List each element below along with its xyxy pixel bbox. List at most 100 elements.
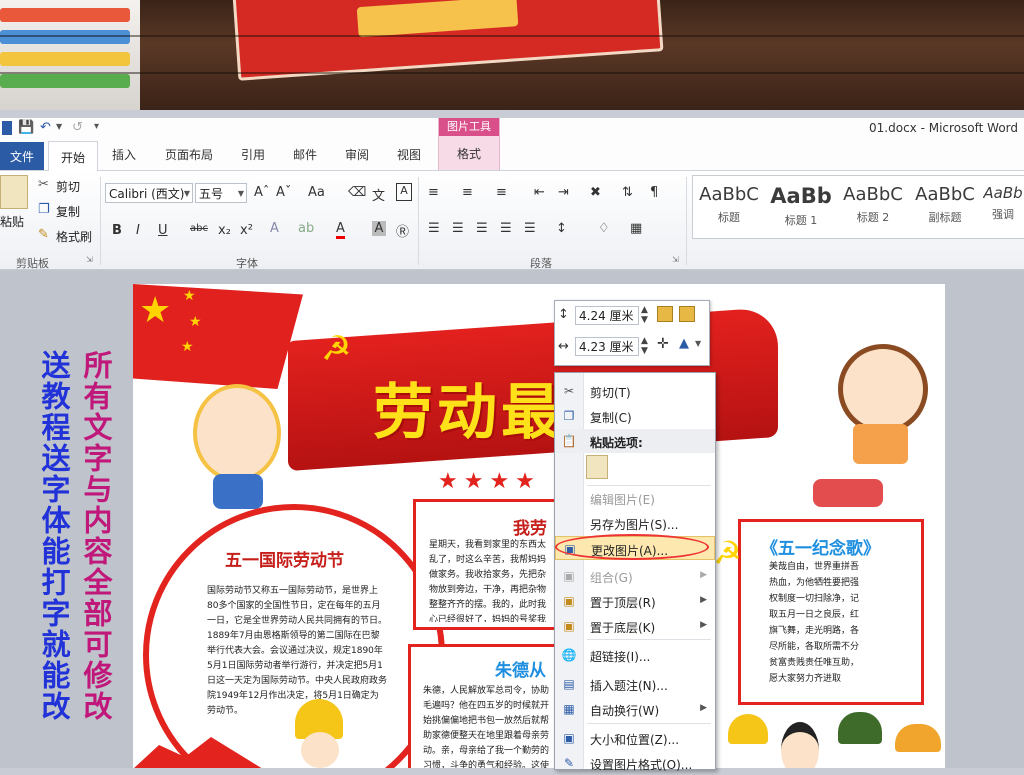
pencil-box xyxy=(0,0,140,110)
line-spacing-icon[interactable]: ↕ xyxy=(556,221,567,236)
clear-format-icon[interactable]: ⌫ xyxy=(348,185,366,200)
format-painter-icon[interactable]: ✎ xyxy=(38,227,49,242)
menu-item-insert-caption[interactable]: ▤ 插入题注(N)... xyxy=(555,672,715,696)
char-border-icon[interactable]: A xyxy=(396,183,412,201)
tab-references[interactable]: 引用 xyxy=(241,146,265,163)
copy-button[interactable]: 复制 xyxy=(56,203,80,220)
menu-item-label: 编辑图片(E) xyxy=(590,493,655,507)
menu-item-label: 置于顶层(R) xyxy=(590,596,656,610)
scissors-icon[interactable]: ✂ xyxy=(38,177,49,192)
style-item[interactable]: AaBb 强调 xyxy=(983,178,1023,236)
font-size-combo[interactable]: 五号 ▼ xyxy=(195,183,247,203)
subscript-icon[interactable]: x₂ xyxy=(218,223,231,238)
document-page[interactable]: ★ ★ ★ ★ ☭ 劳动最光荣 五一国际劳动节 国际劳动节又称五一国际劳动节，是… xyxy=(133,284,945,768)
section3-text: 朱德，人民解放军总司令，协助毛遍吗？他在四五岁的时候就开始挑偏偏地把书包一放然后… xyxy=(423,686,550,768)
font-color-icon[interactable]: A xyxy=(336,221,345,239)
menu-item-label: 自动换行(W) xyxy=(590,704,660,718)
width-spinner-icon[interactable]: ▲ ▼ xyxy=(641,336,648,356)
align-right-icon[interactable]: ☰ xyxy=(476,221,488,236)
crop-icon[interactable]: ✛ xyxy=(657,336,669,352)
height-input[interactable]: 4.24 厘米 xyxy=(575,306,639,325)
tab-insert[interactable]: 插入 xyxy=(112,146,136,163)
worker-character xyxy=(301,732,339,768)
align-center-icon[interactable]: ☰ xyxy=(452,221,464,236)
tab-format[interactable]: 格式 xyxy=(439,145,499,162)
bullets-icon[interactable]: ≡ xyxy=(428,185,439,200)
paste-keep-format-icon[interactable] xyxy=(586,455,608,479)
text-effects-icon[interactable]: A xyxy=(270,221,279,236)
char-shading-icon[interactable]: A xyxy=(372,221,386,236)
menu-item-label: 插入题注(N)... xyxy=(590,679,668,693)
tab-mailings[interactable]: 邮件 xyxy=(293,146,317,163)
phonetic-guide-icon[interactable]: 文 xyxy=(372,185,385,204)
highlight-icon[interactable]: ab xyxy=(298,221,314,236)
underline-icon[interactable]: U xyxy=(158,223,168,238)
width-input[interactable]: 4.23 厘米 xyxy=(575,337,639,356)
tab-page-layout[interactable]: 页面布局 xyxy=(165,146,213,163)
promo-right-column: 所有文字与内容全部可修改 xyxy=(79,350,113,722)
lawn-mower xyxy=(813,479,883,507)
paste-icon[interactable] xyxy=(0,175,28,209)
strikethrough-icon[interactable]: abc xyxy=(190,223,208,234)
height-spinner-icon[interactable]: ▲ ▼ xyxy=(641,305,648,325)
menu-item-bring-to-front[interactable]: ▣ 置于顶层(R) ▶ xyxy=(555,589,715,613)
shape-outline-icon[interactable]: ▲ xyxy=(679,336,689,351)
menu-item-text-wrap[interactable]: ▦ 自动换行(W) ▶ xyxy=(555,697,715,721)
style-item[interactable]: AaBbC 标题 xyxy=(695,178,763,236)
send-back-icon[interactable] xyxy=(679,306,695,322)
menu-item-size-position[interactable]: ▣ 大小和位置(Z)... xyxy=(555,726,715,750)
sort-icon[interactable]: ⇅ xyxy=(622,185,633,200)
chef-hat xyxy=(895,724,941,752)
decrease-indent-icon[interactable]: ⇤ xyxy=(534,185,545,200)
bold-icon[interactable]: B xyxy=(112,223,122,238)
shading-icon[interactable]: ♢ xyxy=(598,221,610,236)
dialog-launcher-icon[interactable]: ⇲ xyxy=(86,255,93,264)
bring-front-icon[interactable] xyxy=(657,306,673,322)
grow-font-icon[interactable]: Aˆ xyxy=(254,185,269,200)
tab-file[interactable]: 文件 xyxy=(0,142,44,170)
style-item[interactable]: AaBbC 副标题 xyxy=(911,178,979,236)
dialog-launcher-icon[interactable]: ⇲ xyxy=(672,255,679,264)
tab-review[interactable]: 审阅 xyxy=(345,146,369,163)
menu-item-hyperlink[interactable]: 🌐 超链接(I)... xyxy=(555,643,715,667)
shrink-font-icon[interactable]: Aˇ xyxy=(276,185,291,200)
enclose-char-icon[interactable]: Ⓡ xyxy=(396,221,409,240)
customize-qat-icon[interactable]: ▾ xyxy=(94,121,99,132)
menu-item-format-picture[interactable]: ✎ 设置图片格式(O)... xyxy=(555,751,715,775)
undo-icon[interactable]: ↶ xyxy=(40,120,51,135)
word-icon[interactable] xyxy=(2,121,12,135)
change-case-icon[interactable]: Aa xyxy=(308,185,325,200)
tab-view[interactable]: 视图 xyxy=(397,146,421,163)
dropdown-arrow-icon[interactable]: ▼ xyxy=(695,339,701,348)
style-item[interactable]: AaBb 标题 1 xyxy=(767,178,835,236)
redo-icon[interactable]: ↺ xyxy=(72,120,83,135)
tab-home[interactable]: 开始 xyxy=(48,141,98,172)
pencil xyxy=(0,52,130,66)
distributed-icon[interactable]: ☰ xyxy=(524,221,536,236)
multilevel-list-icon[interactable]: ≡ xyxy=(496,185,507,200)
menu-item-label: 另存为图片(S)... xyxy=(590,518,679,532)
italic-icon[interactable]: I xyxy=(136,223,140,238)
group-icon: ▣ xyxy=(563,569,575,583)
format-painter-button[interactable]: 格式刷 xyxy=(56,228,92,245)
borders-icon[interactable]: ▦ xyxy=(630,221,642,236)
superscript-icon[interactable]: x² xyxy=(240,223,253,238)
menu-item-send-to-back[interactable]: ▣ 置于底层(K) ▶ xyxy=(555,614,715,638)
cut-button[interactable]: 剪切 xyxy=(56,178,80,195)
numbering-icon[interactable]: ≡ xyxy=(462,185,473,200)
justify-icon[interactable]: ☰ xyxy=(500,221,512,236)
show-marks-icon[interactable]: ¶ xyxy=(650,185,658,200)
copy-icon[interactable]: ❐ xyxy=(38,202,50,217)
increase-indent-icon[interactable]: ⇥ xyxy=(558,185,569,200)
font-size-value: 五号 xyxy=(199,187,224,201)
menu-item-save-as-picture[interactable]: 另存为图片(S)... xyxy=(555,511,715,535)
paste-button[interactable]: 粘贴 xyxy=(0,213,24,230)
align-left-icon[interactable]: ☰ xyxy=(428,221,440,236)
font-name-combo[interactable]: Calibri (西文) ▼ xyxy=(105,183,193,203)
style-item[interactable]: AaBbC 标题 2 xyxy=(839,178,907,236)
menu-item-cut[interactable]: ✂ 剪切(T) xyxy=(555,379,715,403)
undo-dropdown-icon[interactable]: ▼ xyxy=(56,122,62,131)
menu-item-copy[interactable]: ❐ 复制(C) xyxy=(555,404,715,428)
chinese-layout-icon[interactable]: ✖ xyxy=(590,185,601,200)
save-icon[interactable]: 💾 xyxy=(18,120,34,135)
